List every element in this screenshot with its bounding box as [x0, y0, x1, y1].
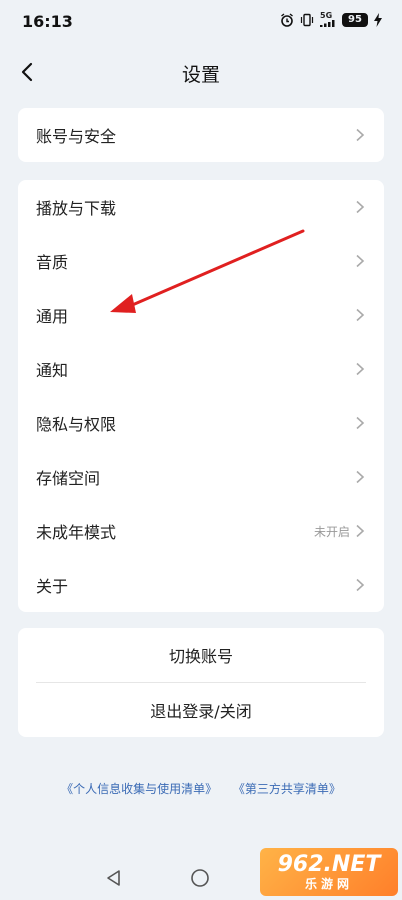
settings-item-label: 账号与安全 [36, 127, 117, 146]
settings-item-privacy-permissions[interactable]: 隐私与权限 [18, 396, 384, 450]
signal-bars-icon [320, 20, 335, 27]
settings-item-account-security[interactable]: 账号与安全 [18, 108, 384, 162]
chevron-right-icon [356, 416, 365, 430]
third-party-list-link[interactable]: 《第三方共享清单》 [233, 782, 341, 796]
nav-home-icon[interactable] [190, 868, 210, 888]
settings-item-label: 隐私与权限 [36, 415, 117, 434]
personal-info-list-link[interactable]: 《个人信息收集与使用清单》 [61, 782, 217, 796]
account-card: 账号与安全 [18, 108, 384, 162]
actions-card: 切换账号 退出登录/关闭 [18, 628, 384, 737]
settings-item-audio-quality[interactable]: 音质 [18, 234, 384, 288]
settings-item-label: 通用 [36, 307, 69, 326]
page-title: 设置 [181, 64, 220, 86]
chevron-right-icon [356, 200, 365, 214]
switch-account-button[interactable]: 切换账号 [18, 628, 384, 682]
chevron-right-icon [356, 128, 365, 142]
watermark-bottom: 乐游网 [304, 877, 353, 891]
nav-bar: 设置 [0, 50, 402, 94]
settings-item-label: 存储空间 [36, 469, 101, 488]
minor-mode-status: 未开启 [313, 524, 350, 539]
chevron-right-icon [356, 308, 365, 322]
settings-item-label: 通知 [36, 361, 69, 380]
alarm-icon [281, 12, 293, 27]
settings-item-playback-download[interactable]: 播放与下载 [18, 180, 384, 234]
settings-item-label: 播放与下载 [36, 199, 117, 218]
watermark-top: 962.NET [277, 852, 381, 877]
site-watermark-logo: 962.NET 乐游网 [260, 848, 398, 896]
settings-item-minor-mode[interactable]: 未成年模式 未开启 [18, 504, 384, 558]
settings-item-about[interactable]: 关于 [18, 558, 384, 612]
status-icons: 5G 95 [280, 12, 382, 27]
battery-level: 95 [342, 12, 368, 27]
status-bar: 16:13 5G 95 [0, 0, 402, 44]
charging-icon [374, 12, 382, 27]
settings-card: 播放与下载 音质 通用 通知 隐私与权限 存储空间 未成年模式 未开启 关于 [18, 180, 384, 612]
network-type: 5G [320, 11, 333, 20]
chevron-right-icon [356, 524, 365, 538]
footer-links: 《个人信息收集与使用清单》 《第三方共享清单》 [0, 780, 402, 797]
settings-item-storage[interactable]: 存储空间 [18, 450, 384, 504]
settings-item-general[interactable]: 通用 [18, 288, 384, 342]
status-time: 16:13 [22, 12, 73, 31]
settings-item-notifications[interactable]: 通知 [18, 342, 384, 396]
chevron-right-icon [356, 470, 365, 484]
signal-indicator: 5G [320, 12, 336, 27]
logout-button[interactable]: 退出登录/关闭 [18, 683, 384, 737]
nav-back-icon[interactable] [104, 868, 124, 888]
vibrate-icon [300, 13, 314, 26]
chevron-right-icon [356, 254, 365, 268]
chevron-right-icon [356, 362, 365, 376]
settings-item-label: 未成年模式 [36, 523, 117, 542]
settings-item-label: 关于 [36, 577, 69, 596]
chevron-right-icon [356, 578, 365, 592]
settings-item-label: 音质 [36, 253, 69, 272]
